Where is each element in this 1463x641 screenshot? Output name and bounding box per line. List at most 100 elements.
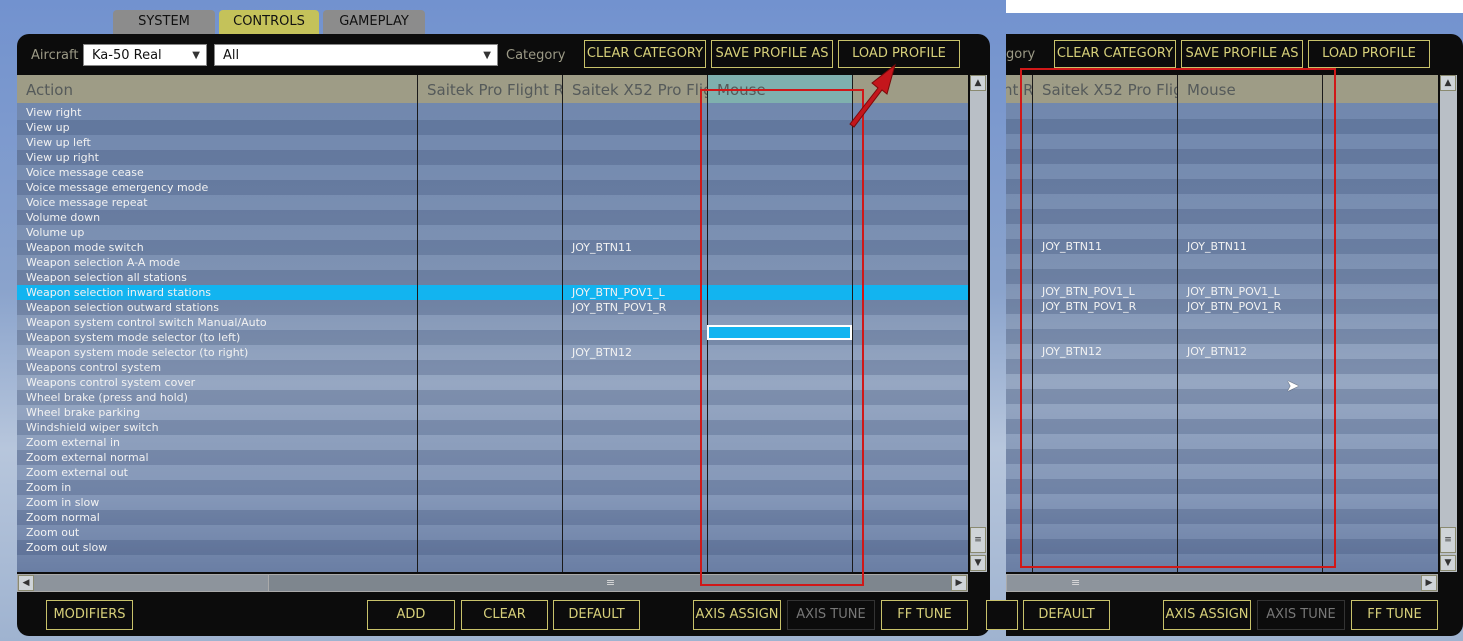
action-cell: Zoom external out <box>26 466 128 479</box>
ff-tune-button-after[interactable]: FF TUNE <box>1351 600 1438 630</box>
scroll-down-icon[interactable]: ▼ <box>970 555 986 571</box>
action-cell: Zoom external in <box>26 436 120 449</box>
x52-binding-cell[interactable] <box>563 495 708 510</box>
axis-assign-button-after[interactable]: AXIS ASSIGN <box>1163 600 1251 630</box>
clear-button[interactable]: CLEAR <box>461 600 548 630</box>
clear-category-button-after[interactable]: CLEAR CATEGORY <box>1054 40 1176 68</box>
x52-binding-cell[interactable] <box>563 330 708 345</box>
x52-binding-cell[interactable] <box>563 465 708 480</box>
action-cell: Zoom normal <box>26 511 100 524</box>
x52-binding-cell[interactable] <box>563 270 708 285</box>
action-cell: Voice message emergency mode <box>26 181 209 194</box>
default-button-after[interactable]: DEFAULT <box>1023 600 1110 630</box>
x52-binding-cell[interactable]: JOY_BTN_POV1_L <box>563 285 708 300</box>
save-profile-as-button[interactable]: SAVE PROFILE AS <box>711 40 833 68</box>
x52-binding-cell[interactable] <box>563 120 708 135</box>
x52-binding-cell[interactable] <box>563 525 708 540</box>
tab-system[interactable]: SYSTEM <box>113 10 215 34</box>
scroll-thumb[interactable]: ≡ <box>1440 527 1456 553</box>
x52-binding-cell[interactable]: JOY_BTN_POV1_R <box>563 300 708 315</box>
category-label: Category <box>506 48 566 63</box>
default-button[interactable]: DEFAULT <box>553 600 640 630</box>
x52-binding-cell[interactable] <box>563 480 708 495</box>
x52-binding-cell[interactable] <box>563 360 708 375</box>
column-header-action[interactable]: Action <box>17 75 417 103</box>
action-cell: Weapon selection all stations <box>26 271 187 284</box>
column-header-saitek-pro-flight[interactable]: Saitek Pro Flight Ro <box>418 75 563 103</box>
action-cell: Weapon system mode selector (to left) <box>26 331 241 344</box>
x52-binding-cell[interactable] <box>563 210 708 225</box>
x52-binding-cell[interactable] <box>563 450 708 465</box>
x52-binding-cell[interactable] <box>563 510 708 525</box>
action-cell: Zoom out <box>26 526 80 539</box>
scroll-right-icon[interactable]: ▶ <box>1421 575 1437 591</box>
white-strip <box>1006 0 1463 13</box>
aircraft-select[interactable]: Ka-50 Real ▼ <box>83 44 207 66</box>
action-cell: Weapons control system cover <box>26 376 196 389</box>
column-divider <box>562 75 563 572</box>
category-filter-value: All <box>223 48 240 63</box>
aircraft-label: Aircraft <box>31 48 79 63</box>
action-cell: Volume down <box>26 211 101 224</box>
action-cell: Wheel brake parking <box>26 406 141 419</box>
modifiers-button[interactable]: MODIFIERS <box>46 600 133 630</box>
scroll-left-icon[interactable]: ◀ <box>18 575 34 591</box>
action-cell: Wheel brake (press and hold) <box>26 391 188 404</box>
x52-binding-cell[interactable] <box>563 435 708 450</box>
add-button[interactable]: ADD <box>367 600 455 630</box>
scroll-right-icon[interactable]: ▶ <box>951 575 967 591</box>
scroll-up-icon[interactable]: ▲ <box>1440 75 1456 91</box>
column-header-saitek-x52[interactable]: Saitek X52 Pro Flig <box>563 75 708 103</box>
x52-binding-cell[interactable] <box>563 165 708 180</box>
action-cell: Weapon mode switch <box>26 241 144 254</box>
x52-binding-cell[interactable] <box>563 255 708 270</box>
x52-binding-cell[interactable] <box>563 195 708 210</box>
x52-binding-cell[interactable] <box>563 225 708 240</box>
action-cell: Zoom in slow <box>26 496 100 509</box>
x52-binding-cell[interactable] <box>563 315 708 330</box>
horizontal-scrollbar-after[interactable]: ≡ ▶ <box>1006 574 1438 592</box>
scroll-thumb[interactable]: ≡ <box>970 527 986 553</box>
tab-gameplay[interactable]: GAMEPLAY <box>323 10 425 34</box>
x52-binding-cell[interactable] <box>563 390 708 405</box>
horizontal-scroll-thumb[interactable]: ≡ <box>1007 575 1419 591</box>
action-cell: Zoom in <box>26 481 72 494</box>
clear-category-button[interactable]: CLEAR CATEGORY <box>584 40 706 68</box>
annotation-arrow-icon <box>849 63 896 128</box>
category-filter-select[interactable]: All ▼ <box>214 44 498 66</box>
x52-binding-cell[interactable]: JOY_BTN11 <box>563 240 708 255</box>
action-cell: View up <box>26 121 70 134</box>
x52-binding-cell[interactable] <box>563 375 708 390</box>
axis-assign-button[interactable]: AXIS ASSIGN <box>693 600 781 630</box>
x52-binding-cell[interactable] <box>563 420 708 435</box>
scroll-down-icon[interactable]: ▼ <box>1440 555 1456 571</box>
load-profile-button-after[interactable]: LOAD PROFILE <box>1308 40 1430 68</box>
action-cell: Weapon system control switch Manual/Auto <box>26 316 267 329</box>
x52-binding-cell[interactable] <box>563 135 708 150</box>
tab-controls[interactable]: CONTROLS <box>219 10 319 34</box>
action-cell: View up right <box>26 151 99 164</box>
x52-binding-cell[interactable] <box>563 150 708 165</box>
x52-binding-cell[interactable] <box>563 540 708 555</box>
mouse-cursor-icon: ➤ <box>1286 376 1300 395</box>
action-cell: Weapons control system <box>26 361 162 374</box>
action-cell: Windshield wiper switch <box>26 421 159 434</box>
chevron-down-icon: ▼ <box>192 50 200 61</box>
ff-tune-button[interactable]: FF TUNE <box>881 600 968 630</box>
axis-tune-button[interactable]: AXIS TUNE <box>787 600 875 630</box>
x52-binding-cell[interactable] <box>563 105 708 120</box>
scroll-up-icon[interactable]: ▲ <box>970 75 986 91</box>
clear-button-fragment[interactable] <box>986 600 1018 630</box>
tab-bar: SYSTEM CONTROLS GAMEPLAY <box>113 10 425 34</box>
x52-binding-cell[interactable] <box>563 405 708 420</box>
vertical-scrollbar-after[interactable]: ▲ ≡ ▼ <box>1440 75 1457 572</box>
action-cell: Voice message repeat <box>26 196 148 209</box>
action-cell: Zoom external normal <box>26 451 149 464</box>
vertical-scrollbar[interactable]: ▲ ≡ ▼ <box>970 75 987 572</box>
x52-binding-cell[interactable]: JOY_BTN12 <box>563 345 708 360</box>
chevron-down-icon: ▼ <box>483 50 491 61</box>
action-cell: Weapon selection outward stations <box>26 301 220 314</box>
axis-tune-button-after[interactable]: AXIS TUNE <box>1257 600 1345 630</box>
save-profile-as-button-after[interactable]: SAVE PROFILE AS <box>1181 40 1303 68</box>
x52-binding-cell[interactable] <box>563 180 708 195</box>
